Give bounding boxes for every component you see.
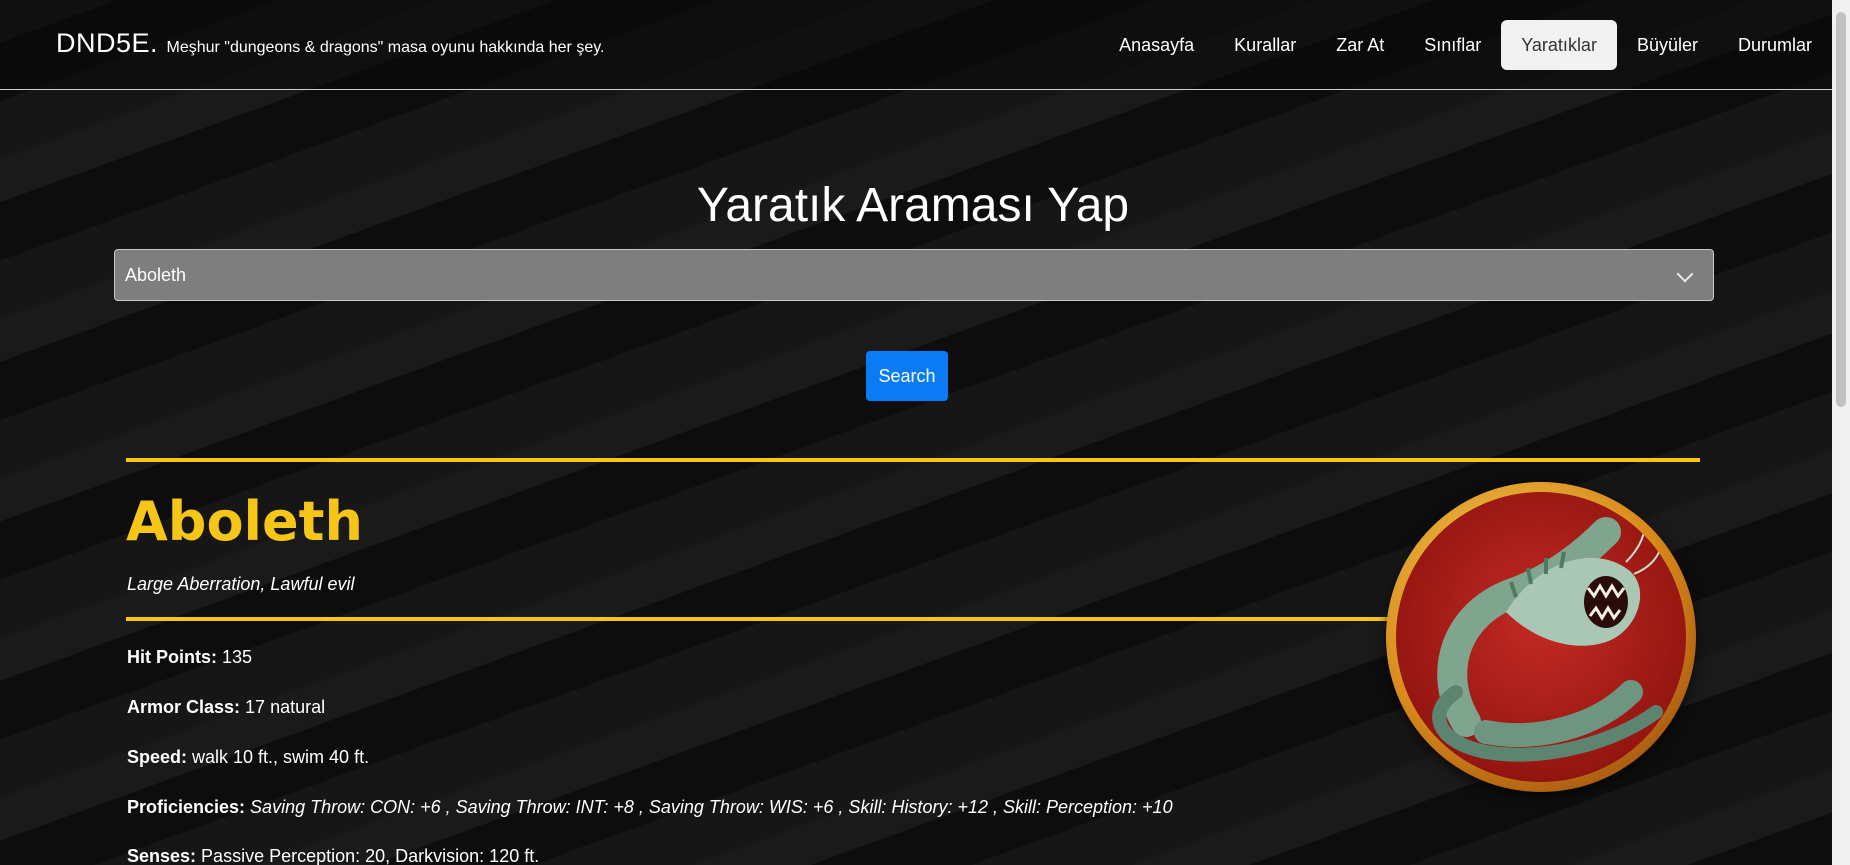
creature-type: Large Aberration, Lawful evil [127,574,355,594]
brand[interactable]: DND5E. Meşhur "dungeons & dragons" masa … [56,28,604,59]
navbar: DND5E. Meşhur "dungeons & dragons" masa … [0,0,1832,90]
stat-proficiencies: Proficiencies: Saving Throw: CON: +6 , S… [127,797,1173,818]
divider-top [126,458,1700,462]
stat-speed: Speed: walk 10 ft., swim 40 ft. [127,747,369,768]
stat-value: 135 [217,647,253,667]
search-button[interactable]: Search [866,351,948,401]
stat-value: Passive Perception: 20, Darkvision: 120 … [196,846,540,865]
search-title: Yaratık Araması Yap [696,179,1130,232]
aboleth-illustration-icon [1432,517,1663,762]
chevron-down-icon [1676,265,1694,283]
scrollbar[interactable] [1832,0,1850,865]
stat-label: Hit Points: [127,647,217,667]
brand-name[interactable]: DND5E. [56,28,158,58]
stat-value: 17 natural [240,697,326,717]
nav-item-durumlar[interactable]: Durumlar [1718,20,1832,70]
creature-select-value: Aboleth [125,265,187,285]
creature-name: Aboleth [126,490,363,553]
stat-senses: Senses: Passive Perception: 20, Darkvisi… [127,846,539,865]
nav-item-zar-at[interactable]: Zar At [1316,20,1404,70]
stat-label: Armor Class: [127,697,241,717]
scrollbar-thumb[interactable] [1836,12,1846,407]
stat-armor-class: Armor Class: 17 natural [127,697,325,718]
divider-mid [126,617,1426,621]
stat-hit-points: Hit Points: 135 [127,647,252,668]
creature-select[interactable]: Aboleth [114,249,1714,301]
stat-label: Speed: [127,747,188,767]
creature-portrait-image [1396,492,1686,782]
nav-item-buyuler[interactable]: Büyüler [1617,20,1718,70]
stat-label: Senses: [127,846,197,865]
nav-item-kurallar[interactable]: Kurallar [1214,20,1316,70]
creature-portrait [1386,482,1696,792]
nav-menu: Anasayfa Kurallar Zar At Sınıflar Yaratı… [1099,20,1832,70]
nav-item-siniflar[interactable]: Sınıflar [1404,20,1501,70]
nav-item-yaratiklar[interactable]: Yaratıklar [1501,20,1617,70]
stat-label: Proficiencies: [127,797,246,817]
stat-value: walk 10 ft., swim 40 ft. [187,747,370,767]
stat-value: Saving Throw: CON: +6 , Saving Throw: IN… [245,797,1173,817]
brand-tagline: Meşhur "dungeons & dragons" masa oyunu h… [166,39,605,56]
nav-item-anasayfa[interactable]: Anasayfa [1099,20,1214,70]
